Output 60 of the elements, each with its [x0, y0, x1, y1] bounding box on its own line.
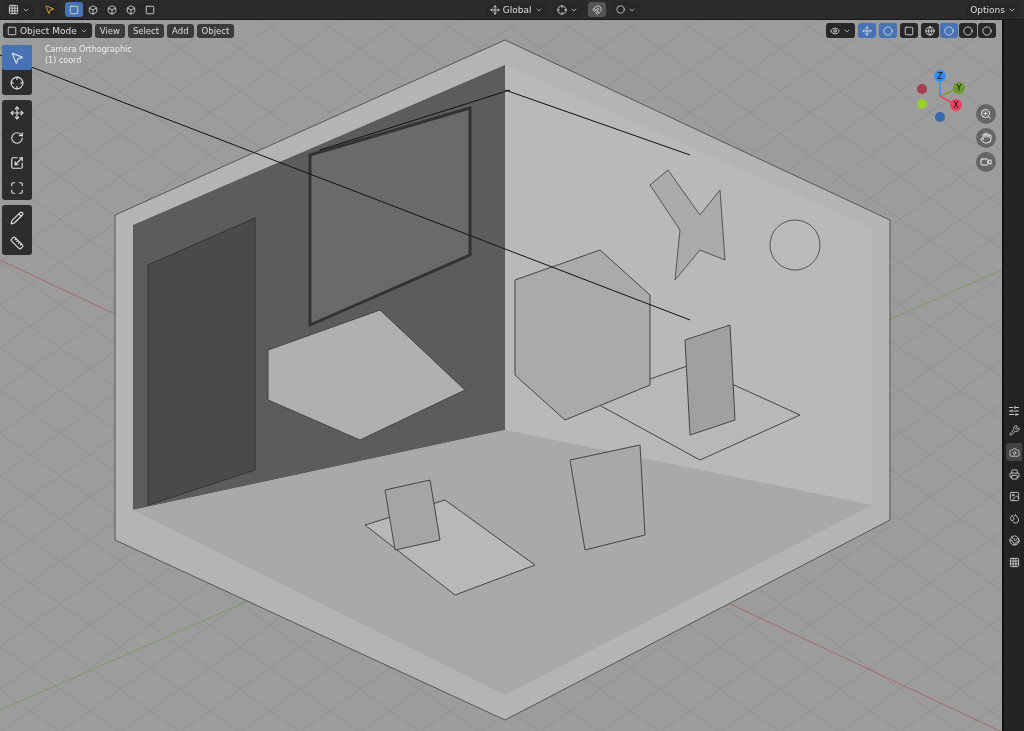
shading-button[interactable] — [978, 23, 996, 38]
visibility-dropdown[interactable] — [826, 23, 855, 38]
menu-button[interactable]: Add — [167, 23, 194, 38]
object-icon — [7, 25, 17, 36]
tool-icon — [1008, 424, 1020, 436]
pan-button[interactable] — [976, 128, 996, 148]
select-mode-icon — [107, 4, 117, 15]
gizmo-icon — [862, 25, 872, 36]
axis-gizmo[interactable]: Z Y X — [914, 66, 984, 136]
transform-icon — [10, 180, 24, 195]
menu-button[interactable]: Object — [196, 23, 235, 38]
properties-icon — [1008, 405, 1020, 417]
overlays-toggle[interactable] — [879, 23, 897, 38]
rotate-icon — [10, 130, 24, 145]
select-mode-icon — [88, 4, 98, 15]
shading-icon — [944, 25, 954, 36]
zoom-button[interactable] — [976, 104, 996, 124]
pivot-icon — [556, 4, 567, 15]
mode-dropdown[interactable]: Object Mode — [3, 23, 92, 38]
hand-icon — [980, 132, 992, 144]
shading-icon — [963, 25, 973, 36]
shading-icon — [925, 25, 935, 36]
shading-button[interactable] — [959, 23, 977, 38]
camera-icon — [980, 156, 992, 168]
select-mode-icon — [145, 4, 155, 15]
axis-label: X — [953, 101, 959, 110]
menu-button[interactable]: View — [94, 23, 125, 38]
viewport-info-text: (1) coord — [45, 56, 83, 65]
select-tool-button[interactable] — [2, 45, 32, 70]
properties-tab[interactable] — [1006, 443, 1022, 461]
cursor-icon — [10, 75, 24, 90]
select-mode-icon — [126, 4, 136, 15]
world-icon — [1008, 534, 1020, 546]
axis-label: Y — [956, 84, 962, 93]
editor-type-icon — [8, 4, 19, 15]
zoom-icon — [980, 108, 992, 120]
annotate-icon — [10, 210, 24, 225]
camera-view-button[interactable] — [976, 152, 996, 172]
axis-label: Z — [937, 72, 943, 81]
menu-button[interactable]: Select — [127, 23, 165, 38]
options-dropdown[interactable]: Options — [966, 2, 1020, 17]
eye-icon — [830, 25, 840, 36]
select-mode-icon — [69, 4, 79, 15]
select-mode-button[interactable] — [65, 2, 83, 17]
pointer-icon — [44, 4, 55, 15]
select-icon — [10, 50, 24, 65]
scale-icon — [10, 155, 24, 170]
shading-button[interactable] — [921, 23, 939, 38]
snap-toggle[interactable] — [587, 2, 606, 17]
shading-icon — [982, 25, 992, 36]
magnet-icon — [591, 4, 602, 15]
viewport-info-text: Camera Orthographic — [45, 45, 132, 54]
measure-icon — [10, 235, 24, 250]
dot-icon — [615, 5, 625, 14]
xray-icon — [904, 25, 914, 36]
orientation-dropdown[interactable]: Global — [485, 2, 547, 17]
gizmo-toggle[interactable] — [858, 23, 876, 38]
move-icon — [10, 105, 24, 120]
texture-icon — [1008, 556, 1020, 568]
xray-toggle[interactable] — [900, 23, 918, 38]
